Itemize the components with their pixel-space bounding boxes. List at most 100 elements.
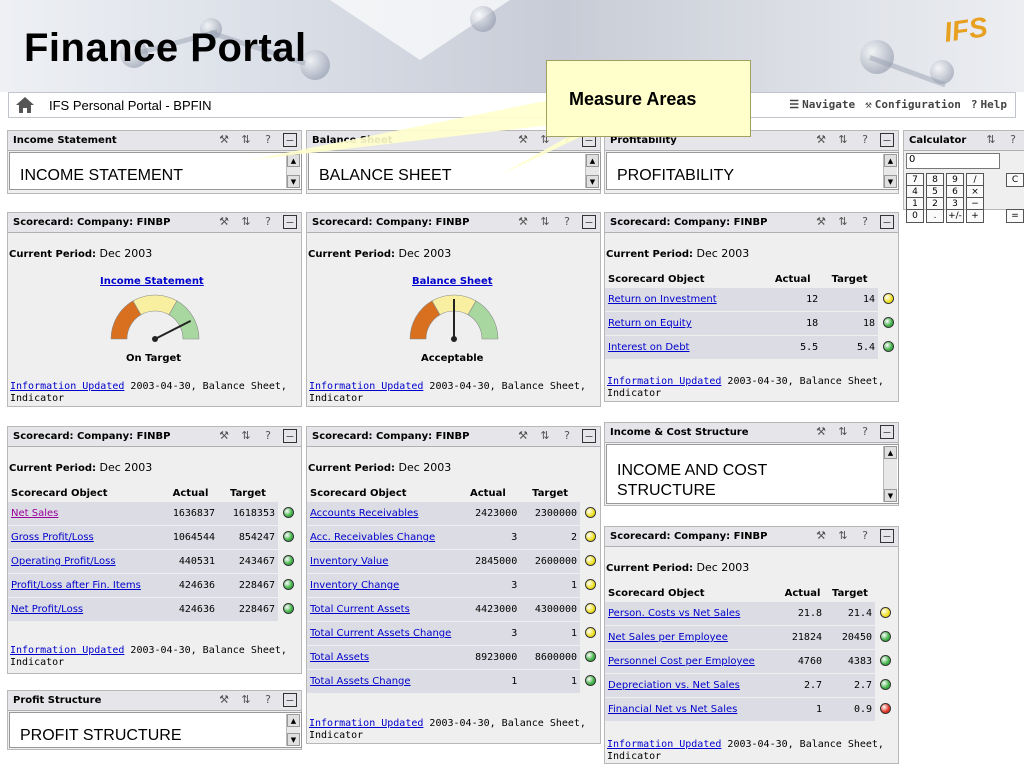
calculator-key[interactable]: C	[1006, 173, 1024, 187]
scorecard-profitability: Scorecard: Company: FINBP ⚒ ⇅? − Current P…	[604, 212, 899, 402]
minimize-icon[interactable]: −	[283, 693, 297, 707]
refresh-icon[interactable]: ⇅	[984, 133, 998, 147]
scrollbar[interactable]: ▲ ▼	[286, 714, 300, 746]
refresh-icon[interactable]: ⇅	[538, 429, 552, 443]
minimize-icon[interactable]: −	[880, 133, 894, 147]
calculator-key[interactable]: =	[1006, 209, 1024, 223]
scorecard-object-link[interactable]: Total Current Assets Change	[307, 622, 456, 645]
target-value: 2	[520, 526, 581, 549]
refresh-icon[interactable]: ⇅	[836, 529, 850, 543]
refresh-icon[interactable]: ⇅	[538, 215, 552, 229]
refresh-icon[interactable]: ⇅	[836, 133, 850, 147]
target-value: 1	[520, 622, 581, 645]
scroll-up-icon[interactable]: ▲	[884, 154, 897, 167]
configure-icon[interactable]: ⚒	[217, 215, 231, 229]
refresh-icon[interactable]: ⇅	[836, 425, 850, 439]
help-icon[interactable]: ?	[858, 425, 872, 439]
scorecard-object-link[interactable]: Gross Profit/Loss	[8, 526, 163, 549]
status-light-icon	[584, 506, 596, 518]
minimize-icon[interactable]: −	[283, 215, 297, 229]
scorecard-income: Scorecard: Company: FINBP ⚒ ⇅? − Current P…	[7, 426, 302, 674]
gauge-status: On Target	[126, 353, 182, 364]
scorecard-object-link[interactable]: Financial Net vs Net Sales	[605, 698, 780, 721]
configure-icon[interactable]: ⚒	[516, 215, 530, 229]
refresh-icon[interactable]: ⇅	[239, 429, 253, 443]
calculator-key[interactable]: .	[926, 209, 944, 223]
navigate-link[interactable]: ☰ Navigate	[789, 98, 855, 111]
status-light-icon	[584, 650, 596, 662]
col-object-header: Scorecard Object	[310, 488, 407, 499]
configure-icon[interactable]: ⚒	[814, 425, 828, 439]
calculator-key[interactable]: +/-	[946, 209, 964, 223]
calculator-key[interactable]: 0	[906, 209, 924, 223]
information-updated-link[interactable]: Information Updated	[10, 645, 124, 656]
scroll-up-icon[interactable]: ▲	[884, 446, 897, 459]
information-updated-link[interactable]: Information Updated	[309, 718, 423, 729]
actual-value: 3	[455, 574, 521, 597]
scroll-down-icon[interactable]: ▼	[884, 489, 897, 502]
configure-icon[interactable]: ⚒	[217, 693, 231, 707]
target-value: 228467	[218, 598, 278, 621]
scrollbar[interactable]: ▲ ▼	[883, 154, 897, 188]
scorecard-object-link[interactable]: Total Assets Change	[307, 670, 456, 693]
help-icon[interactable]: ?	[261, 215, 275, 229]
scroll-down-icon[interactable]: ▼	[884, 175, 897, 188]
scorecard-object-link[interactable]: Accounts Receivables	[307, 502, 456, 525]
scorecard-object-link[interactable]: Operating Profit/Loss	[8, 550, 163, 573]
scorecard-object-link[interactable]: Inventory Value	[307, 550, 456, 573]
income-statement-link[interactable]: Income Statement	[100, 276, 204, 287]
scorecard-object-link[interactable]: Return on Equity	[605, 312, 765, 335]
scorecard-object-link[interactable]: Total Assets	[307, 646, 456, 669]
information-updated-link[interactable]: Information Updated	[10, 381, 124, 392]
configure-icon[interactable]: ⚒	[217, 133, 231, 147]
scorecard-object-link[interactable]: Total Current Assets	[307, 598, 456, 621]
help-link[interactable]: ? Help	[971, 98, 1007, 111]
scorecard-object-link[interactable]: Personnel Cost per Employee	[605, 650, 780, 673]
configure-icon[interactable]: ⚒	[217, 429, 231, 443]
calculator-display[interactable]: 0	[906, 153, 1000, 169]
configuration-link[interactable]: ⚒ Configuration	[865, 98, 961, 111]
minimize-icon[interactable]: −	[880, 425, 894, 439]
scorecard-object-link[interactable]: Return on Investment	[605, 288, 765, 311]
information-updated-link[interactable]: Information Updated	[607, 376, 721, 387]
refresh-icon[interactable]: ⇅	[239, 215, 253, 229]
information-updated-link[interactable]: Information Updated	[309, 381, 423, 392]
configure-icon[interactable]: ⚒	[814, 133, 828, 147]
scorecard-object-link[interactable]: Net Profit/Loss	[8, 598, 163, 621]
scroll-down-icon[interactable]: ▼	[287, 733, 300, 746]
scrollbar[interactable]: ▲ ▼	[883, 446, 897, 502]
minimize-icon[interactable]: −	[880, 215, 894, 229]
scorecard-object-link[interactable]: Depreciation vs. Net Sales	[605, 674, 780, 697]
help-icon[interactable]: ?	[560, 429, 574, 443]
scorecard-object-link[interactable]: Acc. Receivables Change	[307, 526, 456, 549]
refresh-icon[interactable]: ⇅	[836, 215, 850, 229]
scorecard-object-link[interactable]: Net Sales per Employee	[605, 626, 780, 649]
help-icon[interactable]: ?	[1006, 133, 1020, 147]
scorecard-object-link[interactable]: Profit/Loss after Fin. Items	[8, 574, 163, 597]
balance-sheet-link[interactable]: Balance Sheet	[412, 276, 493, 287]
ifs-logo: IFS	[941, 11, 990, 48]
configure-icon[interactable]: ⚒	[814, 529, 828, 543]
minimize-icon[interactable]: −	[880, 529, 894, 543]
refresh-icon[interactable]: ⇅	[239, 693, 253, 707]
calculator-key[interactable]: +	[966, 209, 984, 223]
configure-icon[interactable]: ⚒	[516, 429, 530, 443]
help-icon[interactable]: ?	[560, 215, 574, 229]
scorecard-object-link[interactable]: Net Sales	[8, 502, 163, 525]
scorecard-object-link[interactable]: Inventory Change	[307, 574, 456, 597]
home-icon[interactable]	[15, 96, 35, 114]
scroll-up-icon[interactable]: ▲	[287, 714, 300, 727]
configure-icon[interactable]: ⚒	[814, 215, 828, 229]
target-value: 1618353	[218, 502, 278, 525]
minimize-icon[interactable]: −	[283, 429, 297, 443]
scorecard-object-link[interactable]: Person. Costs vs Net Sales	[605, 602, 780, 625]
minimize-icon[interactable]: −	[582, 429, 596, 443]
scorecard-object-link[interactable]: Interest on Debt	[605, 336, 765, 359]
minimize-icon[interactable]: −	[582, 215, 596, 229]
help-icon[interactable]: ?	[858, 215, 872, 229]
help-icon[interactable]: ?	[261, 429, 275, 443]
help-icon[interactable]: ?	[261, 693, 275, 707]
help-icon[interactable]: ?	[858, 529, 872, 543]
information-updated-link[interactable]: Information Updated	[607, 739, 721, 750]
help-icon[interactable]: ?	[858, 133, 872, 147]
